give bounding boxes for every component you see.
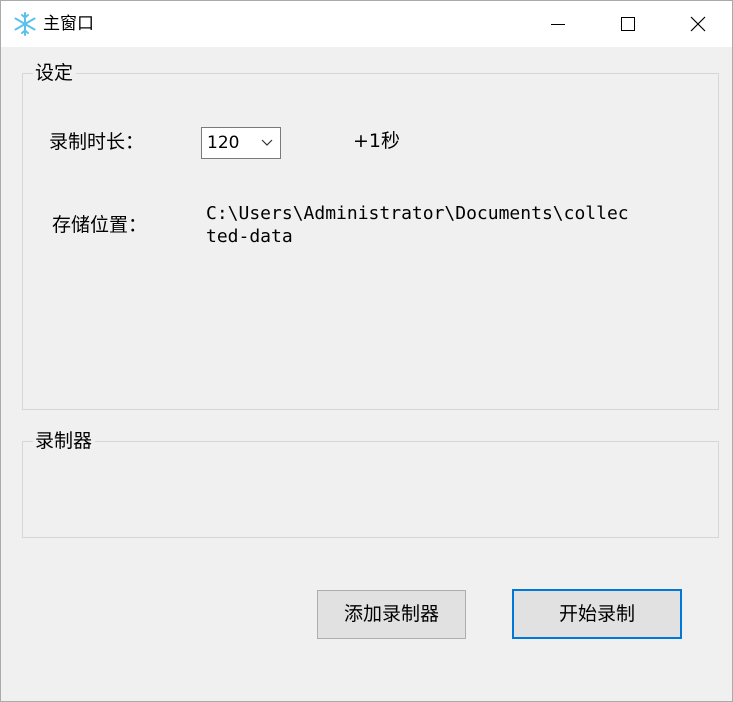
- snowflake-icon: [13, 12, 37, 36]
- maximize-button[interactable]: [593, 1, 663, 47]
- settings-legend: 设定: [33, 61, 77, 85]
- main-window: 主窗口 设定 录制时长： 120 +1秒 存储位置： C:\Users\Admi…: [0, 0, 733, 702]
- window-title: 主窗口: [43, 14, 94, 34]
- duration-select-value: 120: [207, 133, 240, 153]
- close-button[interactable]: [663, 1, 733, 47]
- storage-path: C:\Users\Administrator\Documents\collec …: [206, 202, 706, 248]
- close-icon: [690, 16, 706, 32]
- start-recording-button[interactable]: 开始录制: [512, 589, 682, 639]
- recorders-legend: 录制器: [33, 429, 96, 453]
- duration-label: 录制时长：: [49, 131, 145, 153]
- duration-extra-label: +1秒: [353, 130, 401, 152]
- add-recorder-button[interactable]: 添加录制器: [317, 590, 466, 639]
- maximize-icon: [621, 17, 635, 31]
- chevron-down-icon: [261, 139, 273, 146]
- storage-label: 存储位置：: [52, 214, 148, 236]
- title-bar[interactable]: 主窗口: [1, 1, 732, 47]
- minimize-button[interactable]: [523, 1, 593, 47]
- storage-path-line2: ted-data: [206, 226, 293, 247]
- duration-select[interactable]: 120: [201, 127, 281, 159]
- minimize-icon: [551, 24, 565, 25]
- recorders-group: [22, 441, 719, 538]
- storage-path-line1: C:\Users\Administrator\Documents\collec: [206, 203, 629, 224]
